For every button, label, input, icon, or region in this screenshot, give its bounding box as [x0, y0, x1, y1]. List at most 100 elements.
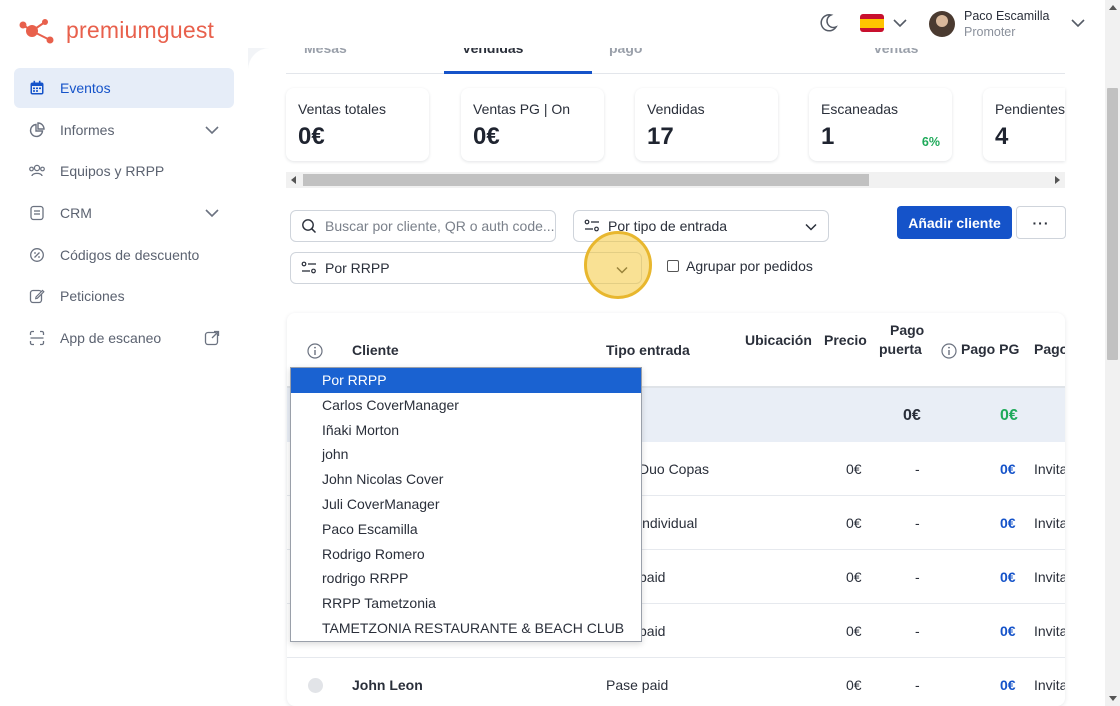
scroll-right-arrow-icon[interactable]	[1053, 176, 1061, 184]
column-header-precio[interactable]: Precio	[824, 332, 867, 348]
dropdown-option[interactable]: Carlos CoverManager	[291, 393, 641, 418]
user-menu-chevron-down-icon[interactable]	[1070, 16, 1086, 30]
sidebar-item-codigos[interactable]: Códigos de descuento	[14, 235, 234, 275]
dropdown-option[interactable]: Por RRPP	[291, 368, 641, 393]
dropdown-option[interactable]: Rodrigo Romero	[291, 542, 641, 567]
tab-pago[interactable]: pago	[609, 48, 642, 56]
cell-pg-payment[interactable]: 0€	[1000, 515, 1016, 531]
stats-horizontal-scrollbar[interactable]	[286, 172, 1065, 188]
dropdown-option[interactable]: john	[291, 442, 641, 467]
tabs-bar: Mesas Vendidas pago ventas	[286, 48, 1065, 74]
language-chevron-down-icon[interactable]	[892, 16, 908, 30]
scrollbar-thumb[interactable]	[303, 174, 869, 186]
search-placeholder: Buscar por cliente, QR o auth code...	[325, 218, 555, 234]
dark-mode-toggle-icon[interactable]	[818, 13, 838, 33]
sidebar-item-label: App de escaneo	[60, 330, 162, 347]
edit-icon	[28, 287, 46, 305]
chevron-down-icon	[205, 209, 219, 218]
cell-ticket-type: paid	[639, 569, 666, 585]
rrpp-value: Por RRPP	[325, 260, 390, 276]
cell-pg-payment[interactable]: 0€	[1000, 461, 1016, 477]
sidebar-item-crm[interactable]: CRM	[14, 193, 234, 233]
stat-card-ventas-totales: Ventas totales 0€	[286, 88, 429, 161]
tab-vendidas[interactable]: Vendidas	[462, 48, 523, 56]
stat-label: Ventas totales	[298, 101, 386, 117]
stat-value: 0€	[473, 123, 500, 150]
user-name[interactable]: Paco Escamilla	[964, 9, 1049, 23]
cell-pg-payment[interactable]: 0€	[1000, 623, 1016, 639]
column-header-pago-puerta-2[interactable]: puerta	[879, 341, 922, 357]
scroll-up-arrow-icon[interactable]	[1109, 4, 1117, 12]
rrpp-dropdown-list: Por RRPP Carlos CoverManager Iñaki Morto…	[290, 367, 642, 642]
column-header-ubicacion[interactable]: Ubicación	[745, 332, 812, 348]
team-icon	[28, 162, 46, 180]
scrollbar-thumb[interactable]	[1107, 88, 1118, 360]
sidebar-item-eventos[interactable]: Eventos	[14, 68, 234, 108]
cell-price: 0€	[846, 569, 862, 585]
dropdown-option[interactable]: John Nicolas Cover	[291, 467, 641, 492]
cell-door-payment: -	[915, 623, 920, 639]
column-header-pago[interactable]: Pago	[1034, 341, 1065, 357]
sidebar: premiumguest Eventos Informes Equipos y …	[0, 0, 248, 706]
cell-payment: Invita	[1034, 461, 1065, 477]
row-select-radio[interactable]	[308, 678, 323, 693]
checkbox[interactable]	[667, 260, 679, 272]
sidebar-item-label: Eventos	[60, 80, 111, 96]
add-client-button[interactable]: Añadir cliente	[897, 206, 1012, 239]
column-header-tipo-entrada[interactable]: Tipo entrada	[606, 342, 690, 358]
stat-label: Pendientes	[995, 101, 1065, 117]
group-by-orders-checkbox[interactable]: Agrupar por pedidos	[667, 258, 813, 274]
sidebar-item-equipos[interactable]: Equipos y RRPP	[14, 151, 234, 191]
cell-ticket-type: individual	[639, 515, 698, 531]
cell-door-payment: -	[915, 677, 920, 693]
calendar-icon	[28, 79, 46, 97]
brand-logo[interactable]: premiumguest	[18, 14, 214, 46]
dropdown-option[interactable]: TAMETZONIA RESTAURANTE & BEACH CLUB	[291, 616, 641, 641]
stat-value: 17	[647, 123, 674, 150]
active-tab-indicator	[444, 71, 592, 74]
top-bar: Paco Escamilla Promoter	[248, 0, 1120, 48]
dropdown-option[interactable]: Iñaki Morton	[291, 418, 641, 443]
tab-mesas[interactable]: Mesas	[304, 48, 347, 56]
es-flag-icon[interactable]	[860, 14, 884, 32]
user-role: Promoter	[964, 25, 1016, 39]
stat-card-ventas-pg: Ventas PG | On 0€	[461, 88, 604, 161]
subtotal-pg: 0€	[1000, 407, 1018, 424]
cell-ticket-type: Pase paid	[606, 677, 669, 693]
info-icon[interactable]	[941, 343, 957, 359]
sidebar-item-peticiones[interactable]: Peticiones	[14, 276, 234, 316]
dropdown-option[interactable]: RRPP Tametzonia	[291, 591, 641, 616]
cell-ticket-type: Duo Copas	[639, 461, 710, 477]
cell-payment: Invita	[1034, 677, 1065, 693]
column-header-pago-pg[interactable]: Pago PG	[961, 341, 1019, 357]
search-icon	[302, 219, 317, 234]
avatar[interactable]	[929, 11, 955, 37]
scroll-left-arrow-icon[interactable]	[290, 176, 298, 184]
tab-ventas[interactable]: ventas	[874, 48, 918, 56]
table-row[interactable]: John Leon Pase paid 0€ - 0€ Invita	[287, 658, 1065, 706]
page-vertical-scrollbar[interactable]	[1105, 0, 1120, 706]
column-header-cliente[interactable]: Cliente	[352, 342, 399, 358]
cell-door-payment: -	[915, 569, 920, 585]
stat-card-pendientes: Pendientes 4	[983, 88, 1065, 161]
brand-name: premiumguest	[66, 16, 215, 43]
sidebar-item-informes[interactable]: Informes	[14, 110, 234, 150]
dropdown-option[interactable]: Juli CoverManager	[291, 492, 641, 517]
column-header-pago-puerta-1[interactable]: Pago	[890, 322, 924, 338]
cell-pg-payment[interactable]: 0€	[1000, 677, 1016, 693]
search-input[interactable]: Buscar por cliente, QR o auth code...	[290, 210, 556, 242]
more-options-button[interactable]: ···	[1016, 206, 1066, 239]
logo-icon	[19, 19, 54, 44]
cell-price: 0€	[846, 515, 862, 531]
cell-payment: Invita	[1034, 569, 1065, 585]
cell-price: 0€	[846, 677, 862, 693]
click-highlight	[584, 231, 652, 299]
dropdown-option[interactable]: Paco Escamilla	[291, 517, 641, 542]
scroll-down-arrow-icon[interactable]	[1109, 694, 1117, 702]
sidebar-item-app-escaneo[interactable]: App de escaneo	[14, 318, 234, 358]
dropdown-option[interactable]: rodrigo RRPP	[291, 566, 641, 591]
info-icon[interactable]	[307, 343, 323, 359]
cell-ticket-type: paid	[639, 623, 666, 639]
cell-pg-payment[interactable]: 0€	[1000, 569, 1016, 585]
more-icon: ···	[1032, 214, 1050, 231]
